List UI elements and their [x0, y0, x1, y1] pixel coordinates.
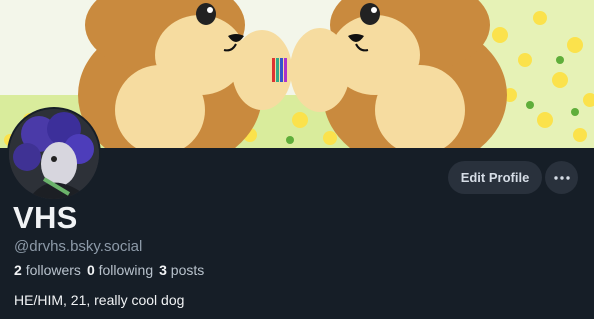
followers-label: followers — [25, 262, 81, 278]
display-name: VHS — [13, 200, 78, 235]
profile-bio: HE/HIM, 21, really cool dog — [14, 292, 185, 308]
profile-stats: 2 followers 0 following 3 posts — [14, 262, 204, 278]
followers-count: 2 — [14, 262, 22, 278]
following-stat[interactable]: 0 following — [87, 262, 153, 278]
following-count: 0 — [86, 262, 95, 278]
posts-label: posts — [170, 262, 205, 278]
avatar[interactable] — [7, 107, 101, 201]
following-label: following — [98, 262, 154, 278]
posts-count: 3 — [159, 262, 167, 278]
followers-stat[interactable]: 2 followers — [14, 262, 81, 278]
profile-handle: @drvhs.bsky.social — [14, 238, 143, 255]
edit-profile-button[interactable]: Edit Profile — [448, 161, 542, 194]
avatar-image — [9, 109, 99, 199]
more-options-button[interactable] — [545, 161, 578, 194]
posts-stat: 3 posts — [159, 262, 204, 278]
ellipsis-icon — [553, 175, 570, 180]
